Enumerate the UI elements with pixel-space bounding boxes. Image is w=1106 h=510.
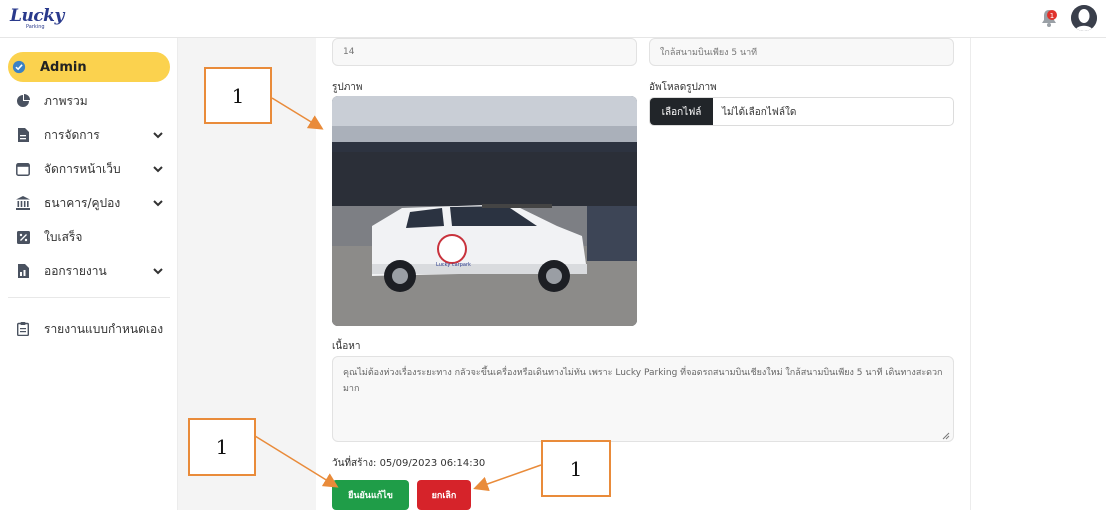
upload-label: อัพโหลดรูปภาพ [649,82,717,93]
sidebar-divider [8,297,170,298]
sidebar-item-label: ภาพรวม [44,93,88,108]
top-bar: Lucky Parking 1 [0,0,1106,38]
annotation-callout-2: 1 [188,418,256,476]
lucky-parking-logo[interactable]: Lucky Parking [10,6,64,32]
sidebar-item-label: ออกรายงาน [44,263,107,278]
top-left-field[interactable]: 14 [332,38,637,66]
image-label: รูปภาพ [332,82,363,93]
sidebar-item-label: การจัดการ [44,127,100,142]
top-right-field-value: ใกล้สนามบินเพียง 5 นาที [660,48,758,58]
browser-window-icon [16,162,30,176]
bank-icon [16,196,30,210]
sidebar-item-label: ธนาคาร/คูปอง [44,195,121,210]
pie-chart-icon [16,94,30,108]
bell-icon[interactable]: 1 [1040,8,1058,28]
check-circle-icon [12,60,26,74]
logo-subtext: Parking [26,24,45,30]
sidebar-item-overview[interactable]: ภาพรวม [8,86,170,116]
sidebar: Admin ภาพรวม การจัดการ จัดการหน้าเว็บ ธน… [0,38,178,510]
chevron-down-icon [152,129,164,141]
created-date: วันที่สร้าง: 05/09/2023 06:14:30 [332,458,486,469]
chevron-down-icon [152,163,164,175]
sidebar-item-label: รายงานแบบกำหนดเอง [44,321,164,336]
right-panel [970,38,1106,510]
sidebar-item-reports[interactable]: ออกรายงาน [8,256,170,286]
sidebar-item-label: Admin [40,59,87,75]
sidebar-item-label: จัดการหน้าเว็บ [44,161,121,176]
content-label: เนื้อหา [332,341,361,352]
sidebar-item-bank-coupon[interactable]: ธนาคาร/คูปอง [8,188,170,218]
chevron-down-icon [152,197,164,209]
content-text: คุณไม่ต้องห่วงเรื่องระยะทาง กลัวจะขึ้นเค… [343,368,943,394]
user-avatar-icon[interactable] [1071,5,1097,31]
document-icon [16,128,30,142]
sidebar-item-admin[interactable]: Admin [8,52,170,82]
sidebar-item-custom-report[interactable]: รายงานแบบกำหนดเอง [8,314,170,344]
chevron-down-icon [152,265,164,277]
sidebar-item-label: ใบเสร็จ [44,229,83,244]
sidebar-item-management[interactable]: การจัดการ [8,120,170,150]
choose-file-button[interactable]: เลือกไฟล์ [650,98,713,125]
cancel-button[interactable]: ยกเลิก [417,480,471,510]
svg-text:1: 1 [1050,12,1054,20]
logo-text: Lucky [10,6,64,26]
annotation-callout-3: 1 [541,440,611,497]
file-name-text: ไม่ได้เลือกไฟล์ใด [722,107,797,118]
save-button[interactable]: ยืนยันแก้ไข [332,480,409,510]
annotation-callout-1: 1 [204,67,272,124]
sidebar-item-web-management[interactable]: จัดการหน้าเว็บ [8,154,170,184]
content-textarea[interactable]: คุณไม่ต้องห่วงเรื่องระยะทาง กลัวจะขึ้นเค… [332,356,954,442]
receipt-icon [16,230,30,244]
photo-sign-text: Lucky carpark [436,262,471,268]
top-left-field-value: 14 [343,47,355,57]
sidebar-item-receipt[interactable]: ใบเสร็จ [8,222,170,252]
report-icon [16,264,30,278]
clipboard-icon [16,322,30,336]
car-photo: Lucky carpark [332,96,637,326]
resize-handle-icon[interactable] [942,430,950,440]
file-upload-input[interactable]: เลือกไฟล์ ไม่ได้เลือกไฟล์ใด [649,97,954,126]
top-right-field[interactable]: ใกล้สนามบินเพียง 5 นาที [649,38,954,66]
